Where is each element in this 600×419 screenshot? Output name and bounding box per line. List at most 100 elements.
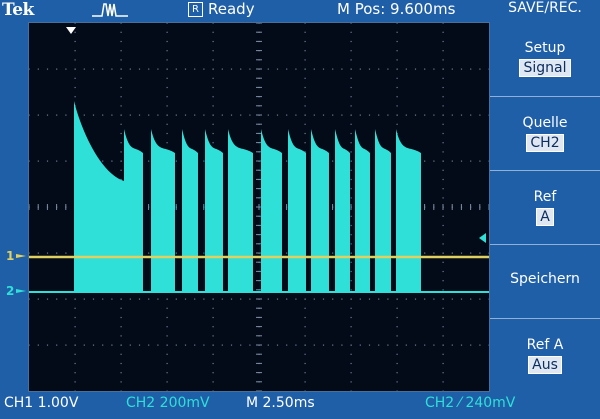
grid-dot (166, 307, 168, 309)
grid-dot (442, 326, 444, 328)
grid-dot (396, 68, 398, 70)
grid-dot (359, 114, 361, 116)
grid-dot (350, 252, 352, 254)
grid-dot (442, 344, 444, 346)
menu-source-label: Quelle (522, 115, 568, 131)
grid-dot (350, 160, 352, 162)
grid-dot (470, 114, 472, 116)
grid-dot (304, 77, 306, 79)
grid-dot (304, 307, 306, 309)
grid-dot (148, 252, 150, 254)
grid-dot (276, 114, 279, 116)
grid-dot (424, 344, 426, 346)
grid-dot (46, 344, 49, 346)
grid-dot (29, 114, 30, 116)
grid-dot (414, 114, 417, 116)
grid-dot (396, 307, 398, 309)
grid-dot (350, 151, 352, 153)
menu-title: SAVE/REC. (508, 0, 582, 16)
grid-dot (37, 68, 39, 70)
grid-dot (212, 86, 214, 89)
grid-dot (304, 142, 306, 144)
grid-dot (166, 316, 168, 319)
grid-dot (488, 344, 489, 346)
acquisition-icon: R (188, 2, 203, 17)
trigger-waveform-icon (92, 3, 128, 17)
grid-dot (442, 31, 444, 33)
grid-dot (451, 344, 453, 346)
grid-dot (74, 307, 76, 309)
grid-dot (396, 353, 398, 355)
grid-dot (470, 68, 472, 70)
grid-dot (29, 298, 30, 300)
grid-dot (276, 68, 279, 70)
grid-dot (166, 326, 168, 328)
grid-dot (442, 372, 444, 374)
grid-dot (111, 344, 113, 346)
grid-dot (396, 390, 398, 391)
grid-dot (313, 114, 315, 116)
grid-dot (442, 188, 444, 190)
grid-dot (433, 298, 435, 300)
grid-dot (166, 381, 168, 383)
grid-dot (350, 105, 352, 107)
grid-dot (102, 160, 104, 162)
grid-dot (304, 362, 306, 365)
menu-save-button[interactable]: Speichern (490, 244, 600, 316)
grid-dot (120, 132, 122, 135)
grid-dot (341, 298, 343, 300)
grid-dot (396, 362, 398, 365)
grid-dot (37, 298, 39, 300)
grid-dot (212, 59, 214, 61)
grid-dot (46, 298, 49, 300)
menu-refa-button[interactable]: Ref A Aus (490, 318, 600, 390)
grid-dot (433, 252, 435, 254)
grid-dot (387, 114, 389, 116)
grid-dot (230, 114, 233, 116)
grid-dot (102, 298, 104, 300)
grid-dot (166, 132, 168, 135)
grid-dot (212, 114, 214, 116)
menu-source-button[interactable]: Quelle CH2 (490, 96, 600, 168)
grid-dot (148, 344, 150, 346)
grid-dot (304, 114, 306, 116)
grid-dot (102, 344, 104, 346)
grid-dot (148, 160, 150, 162)
grid-dot (65, 160, 67, 162)
timebase: M 2.50ms (246, 395, 315, 411)
grid-dot (166, 68, 168, 70)
menu-setup-button[interactable]: Setup Signal (490, 22, 600, 94)
grid-dot (56, 160, 58, 162)
ch2-pulse (205, 129, 223, 292)
grid-dot (194, 68, 196, 70)
menu-ref-button[interactable]: Ref A (490, 170, 600, 242)
grid-dot (65, 68, 67, 70)
grid-dot (194, 114, 196, 116)
grid-dot (304, 59, 306, 61)
grid-dot (102, 68, 104, 70)
grid-dot (74, 96, 76, 98)
ch2-pulse (182, 129, 198, 292)
grid-dot (350, 50, 352, 52)
grid-dot (166, 114, 168, 116)
grid-dot (479, 68, 481, 70)
grid-dot (433, 344, 435, 346)
grid-dot (212, 381, 214, 383)
grid-dot (405, 114, 407, 116)
grid-dot (350, 31, 352, 33)
grid-dot (102, 114, 104, 116)
grid-dot (212, 316, 214, 319)
grid-dot (83, 298, 85, 300)
grid-dot (295, 114, 297, 116)
grid-dot (470, 344, 472, 346)
grid-dot (442, 234, 444, 236)
grid-dot (184, 114, 187, 116)
grid-dot (442, 40, 444, 43)
grid-dot (230, 344, 233, 346)
grid-dot (424, 252, 426, 254)
readout-bar: CH1 1.00V CH2 200mV M 2.50ms CH2 ⁄ 240mV (0, 392, 600, 419)
grid-dot (166, 40, 168, 43)
grid-dot (212, 132, 214, 135)
grid-dot (267, 344, 269, 346)
grid-dot (442, 353, 444, 355)
